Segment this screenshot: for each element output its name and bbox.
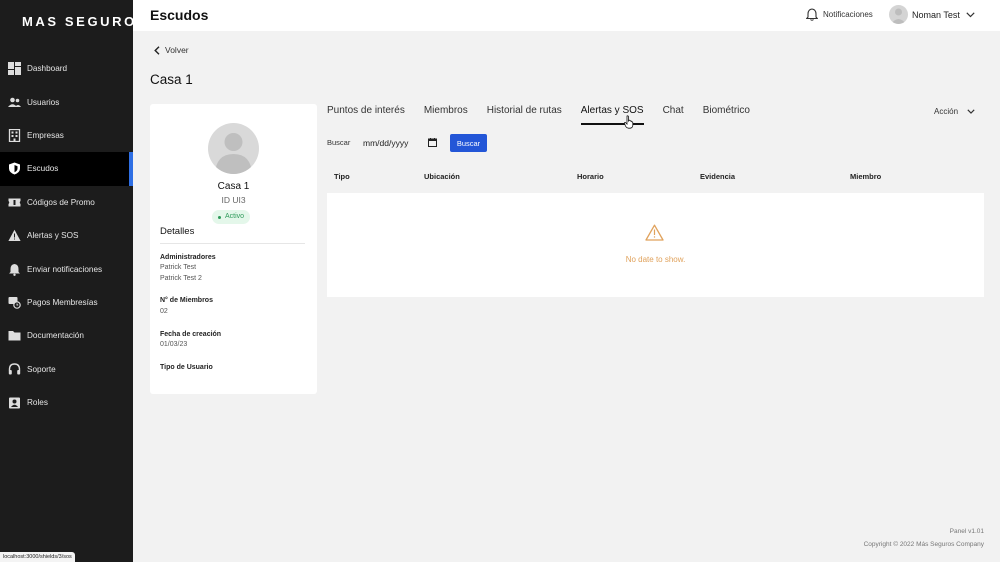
mouse-cursor-icon [624, 115, 634, 129]
warning-icon [645, 224, 664, 241]
warning-icon [8, 229, 21, 242]
tab-alertas-y-sos[interactable]: Alertas y SOS [580, 105, 644, 125]
profile-id: ID UI3 [221, 195, 246, 205]
brand-logo[interactable]: MAS SEGUROS [22, 14, 148, 29]
column-header-evidencia: Evidencia [700, 172, 736, 181]
sidebar-item-empresas[interactable]: Empresas [0, 119, 133, 152]
top-bar: Escudos Notificaciones Noman Test [133, 0, 1000, 31]
building-icon [8, 128, 21, 142]
action-label: Acción [934, 107, 959, 116]
members-value: 02 [160, 308, 168, 315]
search-label: Buscar [327, 138, 351, 147]
copyright-text: Copyright © 2022 Más Seguros Company [863, 541, 984, 548]
chevron-left-icon [154, 45, 160, 55]
chevron-down-icon [966, 11, 975, 17]
sidebar-item-label: Dashboard [27, 64, 68, 74]
members-label: N° de Miembros [160, 297, 213, 304]
sidebar-item-roles[interactable]: Roles [0, 386, 133, 419]
sidebar-item-codigos-promo[interactable]: Códigos de Promo [0, 186, 133, 219]
profile-card: Casa 1 ID UI3 Activo Detalles Administra… [150, 104, 317, 394]
sidebar-item-label: Usuarios [27, 97, 60, 107]
sidebar-item-usuarios[interactable]: Usuarios [0, 85, 133, 118]
sidebar-nav: Dashboard Usuarios Empresas Escudos Códi… [0, 52, 133, 419]
column-header-tipo: Tipo [334, 172, 350, 181]
sidebar-item-alertas-sos[interactable]: Alertas y SOS [0, 219, 133, 252]
sidebar-item-pagos-membresias[interactable]: Pagos Membresías [0, 286, 133, 319]
avatar [889, 5, 908, 24]
status-url: localhost:3000/shields/3/sos [0, 552, 75, 562]
profile-avatar [208, 123, 259, 174]
user-menu[interactable]: Noman Test [889, 5, 975, 24]
page-title: Casa 1 [150, 72, 193, 87]
payment-icon [8, 296, 21, 309]
badge-icon [8, 396, 21, 409]
tab-historial-de-rutas[interactable]: Historial de rutas [487, 105, 562, 125]
tab-puntos-de-interes[interactable]: Puntos de interés [327, 105, 405, 125]
dashboard-icon [8, 62, 21, 76]
headset-icon [8, 363, 21, 376]
sidebar-item-documentacion[interactable]: Documentación [0, 319, 133, 352]
sidebar-item-soporte[interactable]: Soporte [0, 353, 133, 386]
ticket-icon [8, 196, 21, 209]
sidebar-item-label: Documentación [27, 331, 84, 341]
table-body: No date to show. [327, 193, 984, 297]
sidebar-item-label: Alertas y SOS [27, 231, 79, 241]
date-input[interactable]: mm/dd/yyyy [360, 134, 442, 152]
sidebar-item-label: Códigos de Promo [27, 197, 95, 207]
tab-bar: Puntos de interés Miembros Historial de … [327, 105, 769, 125]
status-text: Activo [225, 213, 245, 220]
details-heading: Detalles [160, 226, 195, 237]
admin-item: Patrick Test [160, 264, 197, 271]
calendar-icon[interactable] [428, 138, 437, 147]
folder-icon [8, 329, 21, 342]
chevron-down-icon [967, 109, 975, 114]
date-placeholder: mm/dd/yyyy [363, 138, 409, 148]
sidebar-item-label: Roles [27, 398, 48, 408]
admins-label: Administradores [160, 254, 216, 261]
user-name: Noman Test [912, 9, 960, 20]
user-type-label: Tipo de Usuario [160, 364, 213, 371]
header-title: Escudos [150, 7, 209, 23]
status-badge: Activo [212, 210, 251, 224]
notifications-label: Notificaciones [823, 10, 873, 19]
action-dropdown[interactable]: Acción [934, 107, 975, 116]
version-text: Panel v1.01 [949, 528, 984, 535]
column-header-ubicacion: Ubicación [424, 172, 460, 181]
bell-icon [8, 263, 21, 276]
table-header: Tipo Ubicación Horario Evidencia Miembro [327, 172, 984, 184]
sidebar-item-label: Empresas [27, 130, 64, 140]
tab-chat[interactable]: Chat [663, 105, 684, 125]
sidebar-item-label: Escudos [27, 164, 59, 174]
column-header-horario: Horario [577, 172, 604, 181]
users-icon [8, 96, 21, 109]
back-label: Volver [165, 45, 189, 55]
empty-state-text: No date to show. [625, 255, 686, 264]
tab-miembros[interactable]: Miembros [424, 105, 468, 125]
sidebar-item-label: Enviar notificaciones [27, 264, 103, 274]
tab-biometrico[interactable]: Biométrico [703, 105, 750, 125]
sidebar: MAS SEGUROS Dashboard Usuarios Empresas … [0, 0, 146, 562]
column-header-miembro: Miembro [850, 172, 882, 181]
profile-name: Casa 1 [217, 181, 250, 192]
shield-icon [8, 162, 21, 175]
created-value: 01/03/23 [160, 341, 188, 348]
notifications-button[interactable]: Notificaciones [806, 8, 873, 21]
status-dot [218, 215, 221, 219]
bell-icon [806, 8, 818, 21]
created-label: Fecha de creación [160, 331, 222, 338]
sidebar-item-escudos[interactable]: Escudos [0, 152, 133, 186]
search-button[interactable]: Buscar [450, 134, 487, 152]
sidebar-item-enviar-notificaciones[interactable]: Enviar notificaciones [0, 252, 133, 285]
sidebar-item-label: Pagos Membresías [27, 297, 98, 307]
sidebar-item-label: Soporte [27, 364, 56, 374]
details-divider [160, 243, 305, 244]
admin-item: Patrick Test 2 [160, 275, 202, 282]
back-link[interactable]: Volver [154, 45, 189, 55]
sidebar-item-dashboard[interactable]: Dashboard [0, 52, 133, 85]
